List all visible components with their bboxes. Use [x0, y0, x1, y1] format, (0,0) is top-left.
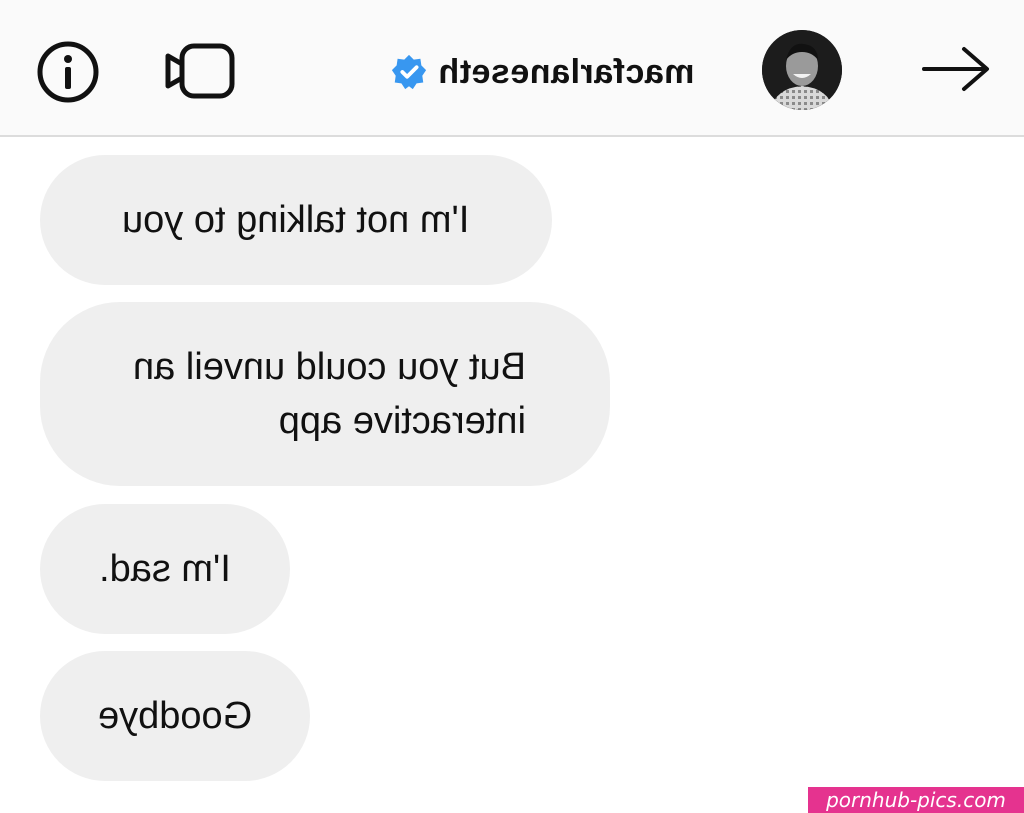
message-bubble[interactable]: But you could unveil an interactive app: [40, 302, 610, 486]
chat-header: macfarlaneseth: [0, 0, 1024, 137]
message-bubble[interactable]: Goodbye: [40, 651, 310, 781]
watermark: pornhub-pics.com: [808, 787, 1024, 813]
arrow-right-icon[interactable]: [918, 44, 994, 94]
info-icon[interactable]: [36, 40, 100, 104]
message-bubble[interactable]: I'm not talking to you: [40, 155, 552, 285]
message-bubble[interactable]: I'm sad.: [40, 504, 290, 634]
username-group[interactable]: macfarlaneseth: [390, 48, 694, 96]
message-text: I'm sad.: [99, 548, 231, 590]
avatar[interactable]: [762, 30, 842, 110]
verified-badge-icon: [391, 54, 427, 90]
video-call-icon[interactable]: [162, 40, 238, 102]
message-text: Goodbye: [97, 695, 253, 737]
message-text: I'm not talking to you: [122, 199, 470, 241]
username[interactable]: macfarlaneseth: [438, 53, 694, 92]
message-text: But you could unveil an interactive app: [132, 346, 526, 442]
